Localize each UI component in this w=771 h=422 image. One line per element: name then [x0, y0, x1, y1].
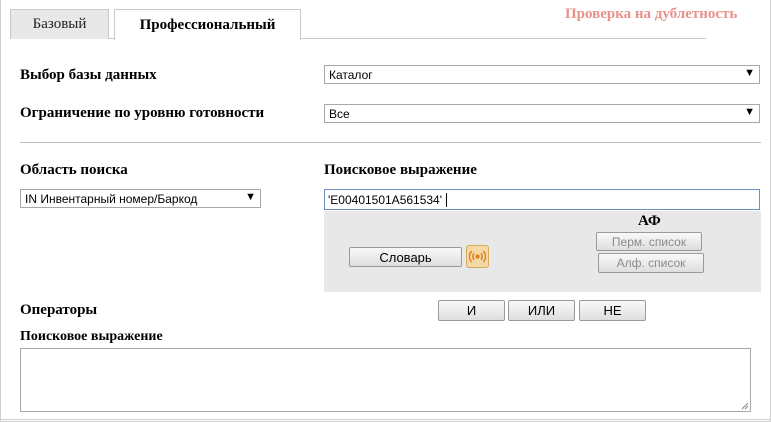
readiness-select-value: Все	[329, 106, 350, 121]
search-area-select-value: IN Инвентарный номер/Баркод	[25, 191, 198, 206]
readiness-label: Ограничение по уровню готовности	[20, 105, 265, 121]
search-expression-label: Поисковое выражение	[324, 162, 477, 178]
operators-label: Операторы	[20, 302, 98, 318]
search-expression-input[interactable]: 'E00401501A561534'	[324, 189, 760, 210]
text-caret	[446, 192, 448, 207]
database-label: Выбор базы данных	[20, 67, 157, 83]
dictionary-button[interactable]: Словарь	[349, 247, 462, 267]
af-label: АФ	[638, 213, 661, 229]
database-select[interactable]: Каталог ▼	[324, 65, 760, 84]
dropdown-arrow-icon: ▼	[245, 191, 256, 203]
dropdown-arrow-icon: ▼	[744, 67, 755, 79]
operator-and-button[interactable]: И	[438, 300, 505, 321]
broadcast-icon	[469, 250, 486, 263]
operator-not-button[interactable]: НЕ	[579, 300, 646, 321]
dropdown-arrow-icon: ▼	[744, 106, 755, 118]
tab-professional[interactable]: Профессиональный	[114, 9, 301, 40]
voice-search-button[interactable]	[466, 245, 489, 268]
alph-list-button[interactable]: Алф. список	[598, 253, 704, 273]
database-select-value: Каталог	[329, 67, 373, 82]
divider	[20, 142, 761, 143]
result-expression-textarea[interactable]	[20, 348, 751, 412]
search-expression-value: 'E00401501A561534'	[328, 192, 443, 207]
duplicate-check-link[interactable]: Проверка на дублетность	[565, 6, 737, 23]
result-expression-label: Поисковое выражение	[20, 329, 163, 344]
readiness-select[interactable]: Все ▼	[324, 104, 760, 123]
bottom-border	[0, 419, 771, 420]
search-area-label: Область поиска	[20, 162, 128, 178]
search-area-select[interactable]: IN Инвентарный номер/Баркод ▼	[20, 189, 261, 208]
resize-grip-icon[interactable]	[741, 402, 749, 410]
tab-basic[interactable]: Базовый	[10, 9, 109, 39]
operator-or-button[interactable]: ИЛИ	[508, 300, 575, 321]
perm-list-button[interactable]: Перм. список	[596, 232, 702, 251]
